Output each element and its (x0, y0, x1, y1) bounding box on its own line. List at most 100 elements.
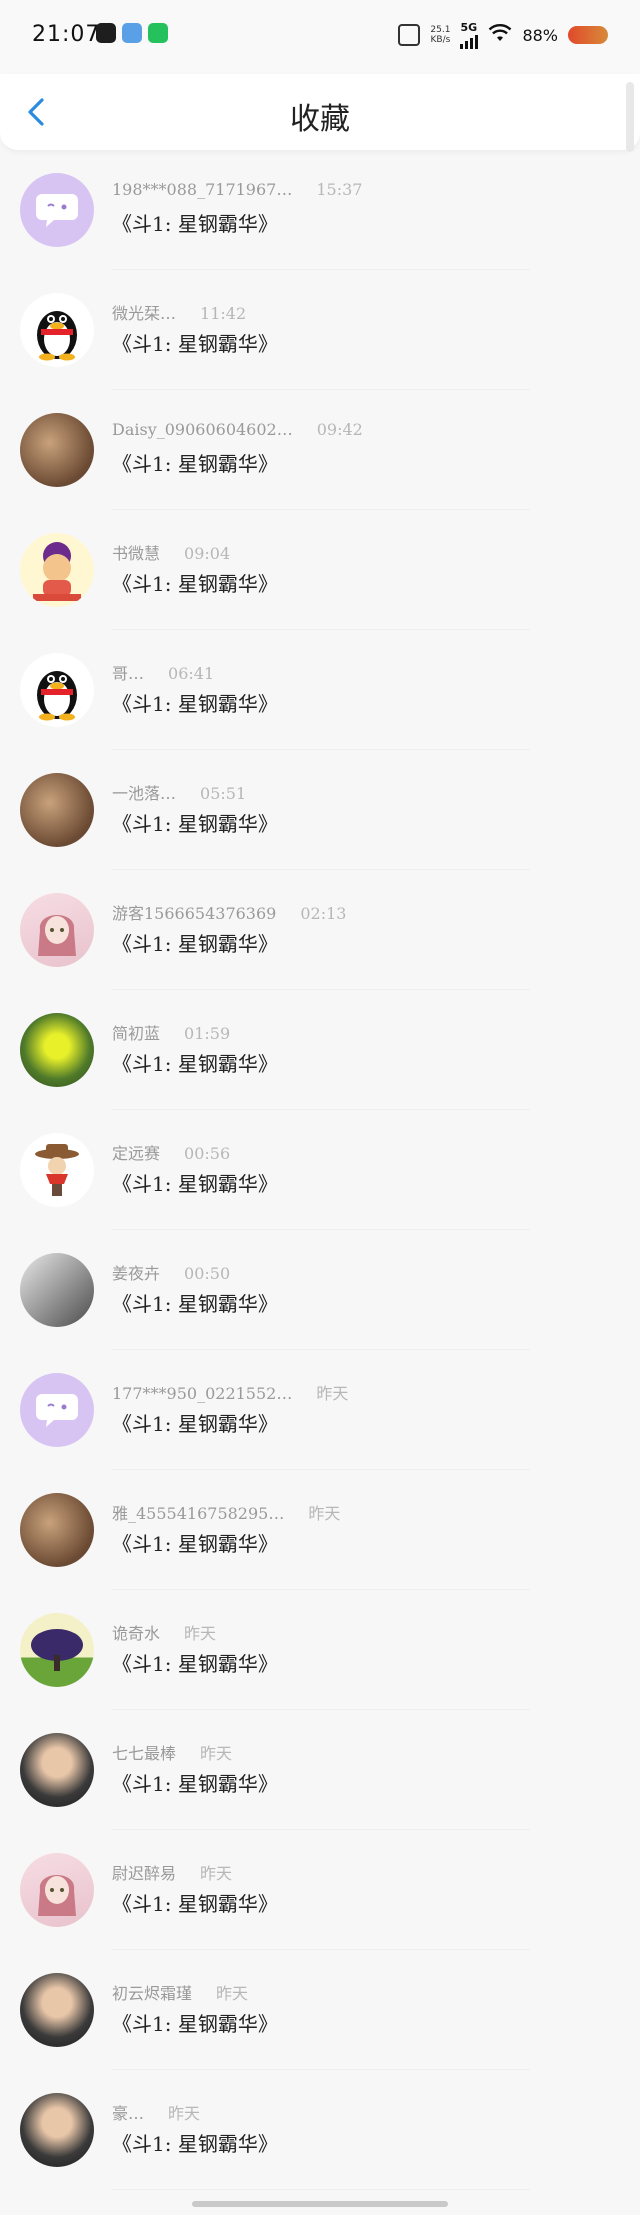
list-item[interactable]: 177***950_0221552… 昨天 《斗1: 星钢霸华》 (0, 1350, 640, 1470)
avatar[interactable] (20, 1253, 94, 1327)
message-preview: 《斗1: 星钢霸华》 (112, 1892, 278, 1916)
battery-icon (568, 26, 608, 44)
favorites-list: 198***088_7171967… 15:37 《斗1: 星钢霸华》 微光栞… 11:… (0, 150, 640, 2190)
avatar[interactable] (20, 1973, 94, 2047)
sender-line: 书微慧 09:04 (112, 540, 230, 564)
message-preview: 《斗1: 星钢霸华》 (112, 932, 278, 956)
sender-name: 豪… (112, 2104, 145, 2123)
message-preview: 《斗1: 星钢霸华》 (112, 1172, 278, 1196)
message-time: 06:41 (168, 664, 215, 683)
status-time: 21:07 (32, 22, 101, 47)
avatar[interactable] (20, 173, 94, 247)
wifi-icon (488, 23, 512, 47)
message-preview: 《斗1: 星钢霸华》 (112, 452, 278, 476)
message-time: 02:13 (300, 904, 347, 923)
status-bar: 21:07 25.1 KB/s 5G 88% (0, 0, 640, 74)
net-speed-unit: KB/s (430, 35, 451, 45)
list-item[interactable]: 哥… 06:41 《斗1: 星钢霸华》 (0, 630, 640, 750)
list-item[interactable]: Daisy_09060604602… 09:42 《斗1: 星钢霸华》 (0, 390, 640, 510)
network-type: 5G (460, 20, 478, 34)
list-item[interactable]: 微光栞… 11:42 《斗1: 星钢霸华》 (0, 270, 640, 390)
avatar[interactable] (20, 1853, 94, 1927)
message-time: 01:59 (184, 1024, 231, 1043)
avatar[interactable] (20, 413, 94, 487)
avatar[interactable] (20, 893, 94, 967)
avatar[interactable] (20, 653, 94, 727)
vibrate-icon (398, 24, 421, 46)
sender-line: 七七最棒 昨天 (112, 1740, 232, 1764)
sender-name: 177***950_0221552… (112, 1384, 293, 1403)
message-preview: 《斗1: 星钢霸华》 (112, 812, 278, 836)
message-time: 00:56 (184, 1144, 231, 1163)
sender-line: 简初蓝 01:59 (112, 1020, 230, 1044)
sender-name: 一池落… (112, 784, 177, 803)
avatar[interactable] (20, 773, 94, 847)
message-preview: 《斗1: 星钢霸华》 (112, 2132, 278, 2156)
sender-name: 姜夜卉 (112, 1264, 161, 1283)
message-time: 00:50 (184, 1264, 231, 1283)
message-time: 昨天 (184, 1624, 217, 1643)
message-time: 15:37 (316, 180, 363, 199)
sender-name: 哥… (112, 664, 145, 683)
list-item[interactable]: 雅_4555416758295… 昨天 《斗1: 星钢霸华》 (0, 1470, 640, 1590)
sender-name: 定远赛 (112, 1144, 161, 1163)
message-preview: 《斗1: 星钢霸华》 (112, 1052, 278, 1076)
sender-line: 豪… 昨天 (112, 2100, 200, 2124)
wechat-notification-icon (148, 23, 168, 43)
avatar[interactable] (20, 293, 94, 367)
avatar[interactable] (20, 1493, 94, 1567)
sender-name: 雅_4555416758295… (112, 1504, 285, 1523)
sender-name: 游客1566654376369 (112, 904, 277, 923)
list-item[interactable]: 豪… 昨天《斗1: 星钢霸华》 (0, 2070, 640, 2190)
list-item[interactable]: 初云烬霜瑾 昨天 《斗1: 星钢霸华》 (0, 1950, 640, 2070)
list-item[interactable]: 游客1566654376369 02:13 《斗1: 星钢霸华》 (0, 870, 640, 990)
sender-line: 一池落… 05:51 (112, 780, 246, 804)
message-preview: 《斗1: 星钢霸华》 (112, 212, 278, 236)
sender-name: 诡奇水 (112, 1624, 161, 1643)
avatar[interactable] (20, 1013, 94, 1087)
sender-line: 雅_4555416758295… 昨天 (112, 1500, 340, 1524)
list-item[interactable]: 书微慧 09:04 《斗1: 星钢霸华》 (0, 510, 640, 630)
message-preview: 《斗1: 星钢霸华》 (112, 572, 278, 596)
list-item[interactable]: 诡奇水 昨天《斗1: 星钢霸华》 (0, 1590, 640, 1710)
list-item[interactable]: 一池落… 05:51 《斗1: 星钢霸华》 (0, 750, 640, 870)
list-item[interactable]: 简初蓝 01:59 《斗1: 星钢霸华》 (0, 990, 640, 1110)
list-item[interactable]: 定远赛 00:56 《斗1: 星钢霸华》 (0, 1110, 640, 1230)
avatar[interactable] (20, 1733, 94, 1807)
sender-line: 微光栞… 11:42 (112, 300, 246, 324)
sender-line: 诡奇水 昨天 (112, 1620, 216, 1644)
list-item[interactable]: 姜夜卉 00:50 《斗1: 星钢霸华》 (0, 1230, 640, 1350)
message-time: 昨天 (308, 1504, 341, 1523)
sender-name: 198***088_7171967… (112, 180, 293, 199)
net-speed: 25.1 KB/s (430, 25, 450, 45)
home-indicator[interactable] (192, 2201, 448, 2207)
sender-line: Daisy_09060604602… 09:42 (112, 420, 363, 439)
message-preview: 《斗1: 星钢霸华》 (112, 332, 278, 356)
avatar[interactable] (20, 1133, 94, 1207)
message-preview: 《斗1: 星钢霸华》 (112, 692, 278, 716)
sender-line: 游客1566654376369 02:13 (112, 900, 346, 924)
avatar[interactable] (20, 1373, 94, 1447)
sender-name: 书微慧 (112, 544, 161, 563)
message-time: 昨天 (200, 1744, 233, 1763)
list-item[interactable]: 尉迟醉易 昨天 《斗1: 星钢霸华》 (0, 1830, 640, 1950)
avatar[interactable] (20, 1613, 94, 1687)
net-speed-value: 25.1 (430, 25, 451, 35)
message-time: 昨天 (200, 1864, 233, 1883)
message-preview: 《斗1: 星钢霸华》 (112, 1412, 278, 1436)
row-divider (112, 2189, 530, 2190)
message-preview: 《斗1: 星钢霸华》 (112, 1652, 278, 1676)
message-time: 11:42 (200, 304, 247, 323)
list-item[interactable]: 七七最棒 昨天 《斗1: 星钢霸华》 (0, 1710, 640, 1830)
sender-name: 初云烬霜瑾 (112, 1984, 193, 2003)
avatar[interactable] (20, 533, 94, 607)
message-preview: 《斗1: 星钢霸华》 (112, 1292, 278, 1316)
sender-name: 七七最棒 (112, 1744, 177, 1763)
sender-line: 定远赛 00:56 (112, 1140, 230, 1164)
sender-name: Daisy_09060604602… (112, 420, 293, 439)
list-item[interactable]: 198***088_7171967… 15:37 《斗1: 星钢霸华》 (0, 150, 640, 270)
nav-bar: 收藏 (0, 74, 640, 152)
message-time: 09:42 (316, 420, 363, 439)
avatar[interactable] (20, 2093, 94, 2167)
message-time: 05:51 (200, 784, 247, 803)
